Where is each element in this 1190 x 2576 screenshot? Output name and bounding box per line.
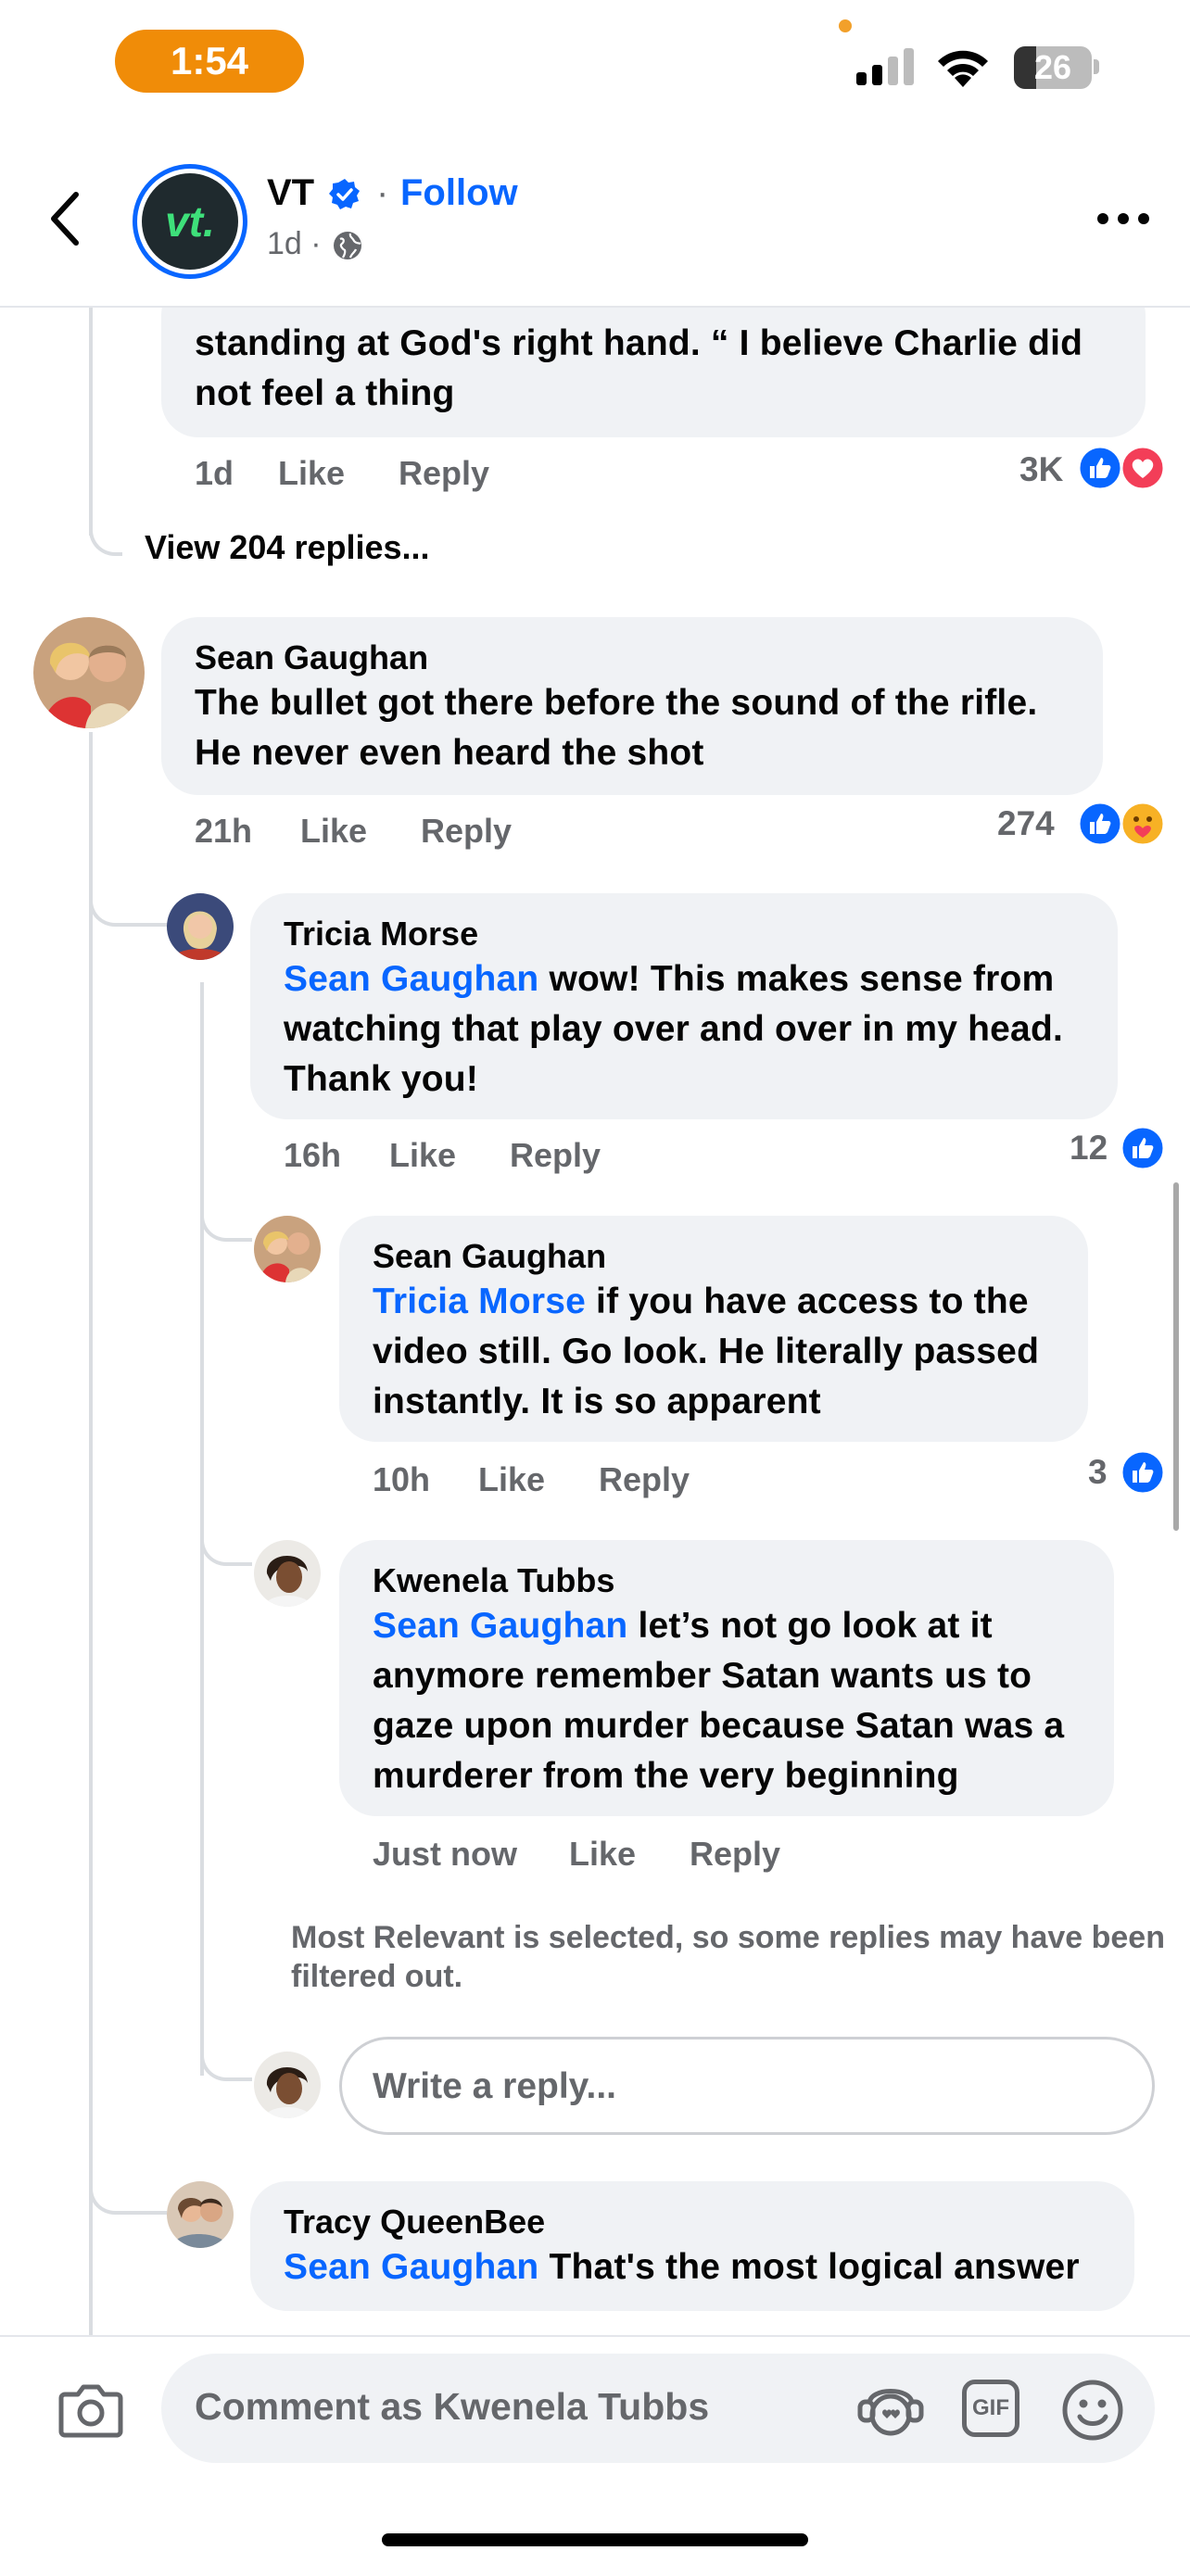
reply-button[interactable]: Reply	[510, 1136, 601, 1175]
comment-bubble[interactable]: Tracy QueenBee Sean Gaughan That's the m…	[250, 2181, 1134, 2311]
battery-indicator: 26	[1014, 46, 1092, 89]
comment-text: Tricia Morse if you have access to the v…	[373, 1277, 1055, 1427]
comment-author[interactable]: Kwenela Tubbs	[373, 1560, 1081, 1601]
reply-button[interactable]: Reply	[690, 1835, 780, 1874]
thread-line	[89, 732, 93, 2335]
globe-icon	[334, 232, 361, 259]
like-reaction-icon	[1077, 445, 1123, 491]
like-button[interactable]: Like	[569, 1835, 636, 1874]
thread-line-curve	[89, 508, 122, 556]
battery-cap	[1094, 59, 1099, 74]
privacy-indicator-dot	[839, 19, 852, 32]
comment-bubble[interactable]: Sean Gaughan Tricia Morse if you have ac…	[339, 1216, 1088, 1442]
comment-bubble[interactable]: Tricia Morse Sean Gaughan wow! This make…	[250, 893, 1118, 1119]
comment-author[interactable]: Tricia Morse	[284, 914, 1084, 954]
thread-line-curve	[89, 2159, 167, 2215]
avatar[interactable]	[33, 617, 145, 728]
view-replies-link[interactable]: View 204 replies...	[145, 528, 430, 567]
status-time: 1:54	[115, 30, 304, 93]
verified-badge-icon	[329, 179, 360, 209]
reply-placeholder: Write a reply...	[373, 2066, 616, 2106]
comment-author[interactable]: Tracy QueenBee	[284, 2202, 1101, 2242]
camera-icon[interactable]	[57, 2381, 124, 2439]
comment-time: 10h	[373, 1460, 431, 1498]
mention-link[interactable]: Sean Gaughan	[284, 959, 538, 999]
header-separator: ·	[376, 172, 389, 213]
post-timestamp: 1d ·	[267, 226, 322, 261]
more-options-icon[interactable]	[1095, 211, 1151, 226]
comment-text: Sean Gaughan wow! This makes sense from …	[284, 954, 1084, 1105]
like-reaction-icon	[1077, 801, 1123, 847]
comment-author[interactable]: Sean Gaughan	[195, 638, 1070, 678]
comment-time: 16h	[284, 1136, 342, 1174]
comment-placeholder: Comment as Kwenela Tubbs	[195, 2385, 710, 2428]
comment-bubble[interactable]: Sean Gaughan The bullet got there before…	[161, 617, 1103, 795]
reply-button[interactable]: Reply	[599, 1460, 690, 1499]
wifi-icon	[938, 50, 988, 87]
page-avatar[interactable]: vt.	[133, 164, 247, 279]
avatar[interactable]	[254, 1540, 321, 1607]
page-name[interactable]: VT	[267, 172, 314, 214]
filter-notice: Most Relevant is selected, so some repli…	[291, 1920, 1165, 1994]
comment-text: Sean Gaughan That's the most logical ans…	[284, 2242, 1101, 2292]
comment-time: 1d	[195, 454, 234, 492]
like-button[interactable]: Like	[300, 812, 367, 851]
mention-link[interactable]: Sean Gaughan	[373, 1606, 627, 1646]
comment-body: That's the most logical answer	[538, 2247, 1080, 2287]
like-button[interactable]: Like	[389, 1136, 456, 1175]
thread-line-curve	[200, 1186, 252, 1242]
thread-line-curve	[200, 1510, 252, 1566]
gif-icon[interactable]: GIF	[962, 2380, 1019, 2437]
comment-text: standing at God's right hand. “ I believ…	[195, 323, 1083, 413]
follow-button[interactable]: Follow	[400, 172, 518, 214]
avatar[interactable]	[167, 893, 234, 960]
home-indicator[interactable]	[382, 2533, 808, 2546]
page-avatar-logo: vt.	[142, 173, 238, 270]
love-reaction-icon	[1120, 445, 1166, 491]
thread-line	[89, 308, 93, 536]
signal-icon	[856, 48, 914, 85]
care-reaction-icon	[1120, 801, 1166, 847]
avatar[interactable]	[167, 2181, 234, 2248]
reaction-count[interactable]: 3	[1088, 1453, 1108, 1492]
thread-line-curve	[200, 2026, 252, 2081]
avatar-sticker-icon[interactable]	[856, 2376, 925, 2441]
reaction-count[interactable]: 3K	[1019, 450, 1063, 489]
back-arrow-icon[interactable]	[46, 189, 83, 248]
reply-button[interactable]: Reply	[421, 812, 512, 851]
comment-text: Sean Gaughan let’s not go look at it any…	[373, 1601, 1081, 1801]
reaction-count[interactable]: 12	[1070, 1129, 1108, 1168]
reply-button[interactable]: Reply	[399, 454, 489, 493]
thread-line-curve	[89, 871, 167, 927]
comment-time: Just now	[373, 1835, 518, 1873]
reaction-count[interactable]: 274	[997, 804, 1055, 843]
mention-link[interactable]: Tricia Morse	[373, 1282, 586, 1321]
like-button[interactable]: Like	[478, 1460, 545, 1499]
comment-text: The bullet got there before the sound of…	[195, 683, 1038, 773]
like-reaction-icon	[1120, 1125, 1166, 1171]
like-reaction-icon	[1120, 1449, 1166, 1496]
like-button[interactable]: Like	[278, 454, 345, 493]
avatar[interactable]	[254, 1216, 321, 1282]
emoji-icon[interactable]	[1060, 2378, 1125, 2443]
scroll-indicator[interactable]	[1173, 1182, 1179, 1531]
comment-time: 21h	[195, 812, 253, 850]
comment-bubble[interactable]: Kwenela Tubbs Sean Gaughan let’s not go …	[339, 1540, 1114, 1816]
mention-link[interactable]: Sean Gaughan	[284, 2247, 538, 2287]
current-user-avatar	[254, 2052, 321, 2118]
comment-author[interactable]: Sean Gaughan	[373, 1236, 1055, 1277]
